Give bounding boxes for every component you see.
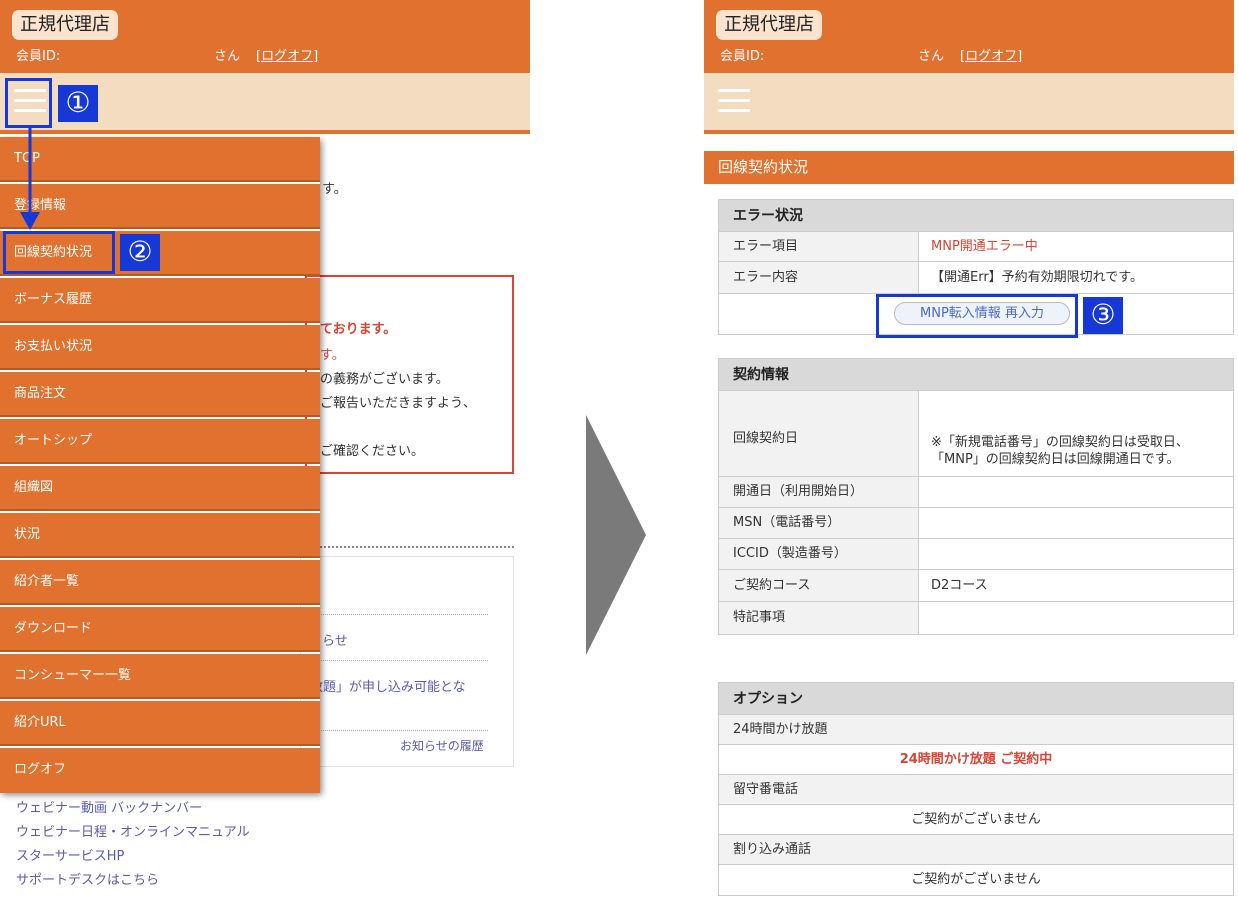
menu-item-top[interactable]: TOP (0, 137, 320, 182)
table-row: エラー内容 【開通Err】予約有効期限切れです。 (719, 262, 1233, 294)
table-row: 回線契約日 ※「新規電話番号」の回線契約日は受取日、 「MNP」の回線契約日は回… (719, 391, 1233, 477)
right-screen: 正規代理店 会員ID: さん [ログオフ] 回線契約状況 エラー状況 エラー項目… (704, 0, 1234, 902)
logoff-link[interactable]: [ログオフ] (960, 45, 1022, 64)
bg-text: の義務がございます。 (320, 372, 449, 387)
row-label: エラー内容 (719, 262, 919, 293)
table-row: ご契約コース D2コース (719, 570, 1233, 602)
menu-item-logoff[interactable]: ログオフ (0, 748, 320, 793)
msn-value (931, 508, 1233, 538)
row-label: 回線契約日 (719, 391, 919, 476)
table-heading: オプション (719, 683, 1233, 715)
arrow-down-icon (20, 126, 40, 230)
error-content-value: 【開通Err】予約有効期限切れです。 (931, 270, 1143, 285)
bg-text: ご確認ください。 (320, 444, 425, 459)
page-title: 回線契約状況 (704, 151, 1234, 184)
news-history-link[interactable]: お知らせの履歴 (400, 737, 484, 754)
row-label: 特記事項 (719, 602, 919, 634)
step2-badge: ② (120, 234, 160, 271)
news-link[interactable]: 放題」が申し込み可能とな (310, 676, 466, 695)
step3-highlight (876, 294, 1078, 338)
footer-link[interactable]: ウェビナー動画 バックナンバー (16, 797, 202, 816)
menu-item-download[interactable]: ダウンロード (0, 607, 320, 652)
table-heading: エラー状況 (719, 200, 1233, 232)
option-name: 割り込み通話 (719, 835, 1233, 865)
footer-link[interactable]: サポートデスクはこちら (16, 869, 159, 888)
bg-text: ご報告いただきますよう、 (320, 396, 477, 411)
bg-text: ております。 (320, 322, 397, 337)
open-date-value (931, 477, 1233, 507)
row-label: エラー項目 (719, 232, 919, 261)
table-row: エラー項目 MNP開通エラー中 (719, 232, 1233, 262)
header: 正規代理店 会員ID: さん [ログオフ] (704, 0, 1234, 73)
next-step-arrow-icon (586, 415, 646, 655)
options-table: オプション 24時間かけ放題 24時間かけ放題 ご契約中 留守番電話 ご契約がご… (718, 682, 1234, 896)
option-status: ご契約がございません (911, 872, 1041, 887)
step2-highlight (3, 231, 115, 274)
menu-item-autoship[interactable]: オートシップ (0, 419, 320, 464)
step3-badge: ③ (1083, 297, 1123, 334)
member-name-suffix: さん (918, 49, 945, 64)
menu-item-referral-url[interactable]: 紹介URL (0, 701, 320, 746)
site-logo[interactable]: 正規代理店 (716, 10, 822, 40)
table-row: 特記事項 (719, 602, 1233, 634)
member-name-suffix: さん (214, 49, 241, 64)
divider (310, 730, 488, 731)
table-row: 開通日（利用開始日） (719, 477, 1233, 508)
menu-item-product-order[interactable]: 商品注文 (0, 372, 320, 417)
divider (320, 546, 514, 548)
hamburger-menu-icon[interactable] (718, 89, 750, 113)
logoff-link[interactable]: [ログオフ] (256, 45, 318, 64)
menu-item-consumers[interactable]: コンシューマー一覧 (0, 654, 320, 699)
bg-text: す。 (320, 348, 345, 363)
option-status: 24時間かけ放題 ご契約中 (719, 745, 1233, 775)
contract-date-note: ※「新規電話番号」の回線契約日は受取日、 (931, 435, 1189, 450)
header: 正規代理店 会員ID: さん [ログオフ] (0, 0, 530, 73)
site-logo[interactable]: 正規代理店 (12, 10, 118, 40)
table-row: MSN（電話番号） (719, 508, 1233, 539)
menu-item-bonus-history[interactable]: ボーナス履歴 (0, 278, 320, 323)
row-label: ICCID（製造番号） (719, 539, 919, 569)
row-label: ご契約コース (719, 570, 919, 601)
iccid-value (931, 539, 1233, 569)
row-label: 開通日（利用開始日） (719, 477, 919, 507)
menu-item-org-chart[interactable]: 組織図 (0, 466, 320, 511)
option-name: 24時間かけ放題 (719, 715, 1233, 745)
footer-link[interactable]: スターサービスHP (16, 845, 124, 864)
course-value: D2コース (931, 578, 988, 593)
divider (310, 660, 488, 661)
table-heading: 契約情報 (719, 359, 1233, 391)
news-box (300, 556, 514, 767)
menu-item-payment-status[interactable]: お支払い状況 (0, 325, 320, 370)
step1-badge: ① (58, 85, 98, 122)
contract-info-table: 契約情報 回線契約日 ※「新規電話番号」の回線契約日は受取日、 「MNP」の回線… (718, 358, 1234, 635)
table-row: ICCID（製造番号） (719, 539, 1233, 570)
option-name: 留守番電話 (719, 775, 1233, 805)
footer-link[interactable]: ウェビナー日程・オンラインマニュアル (16, 821, 250, 840)
error-item-value: MNP開通エラー中 (931, 239, 1038, 254)
left-screen: 正規代理店 会員ID: さん [ログオフ] す。 ております。 す。 の義務がご… (0, 0, 530, 902)
nav-bar (704, 73, 1234, 134)
option-status: ご契約がございません (719, 805, 1233, 835)
member-id-label: 会員ID: (16, 49, 61, 64)
menu-item-registration[interactable]: 登録情報 (0, 184, 320, 229)
divider (310, 614, 488, 615)
member-id-label: 会員ID: (720, 49, 765, 64)
bg-text: す。 (322, 182, 347, 197)
contract-date-note: 「MNP」の回線契約日は回線開通日です。 (931, 452, 1180, 467)
menu-item-referrers[interactable]: 紹介者一覧 (0, 560, 320, 605)
menu-item-status[interactable]: 状況 (0, 513, 320, 558)
notes-value (931, 602, 1233, 634)
row-label: MSN（電話番号） (719, 508, 919, 538)
contract-date-value: ※「新規電話番号」の回線契約日は受取日、 「MNP」の回線契約日は回線開通日です… (931, 391, 1233, 476)
news-link[interactable]: らせ (322, 630, 348, 649)
step1-highlight (5, 78, 52, 128)
